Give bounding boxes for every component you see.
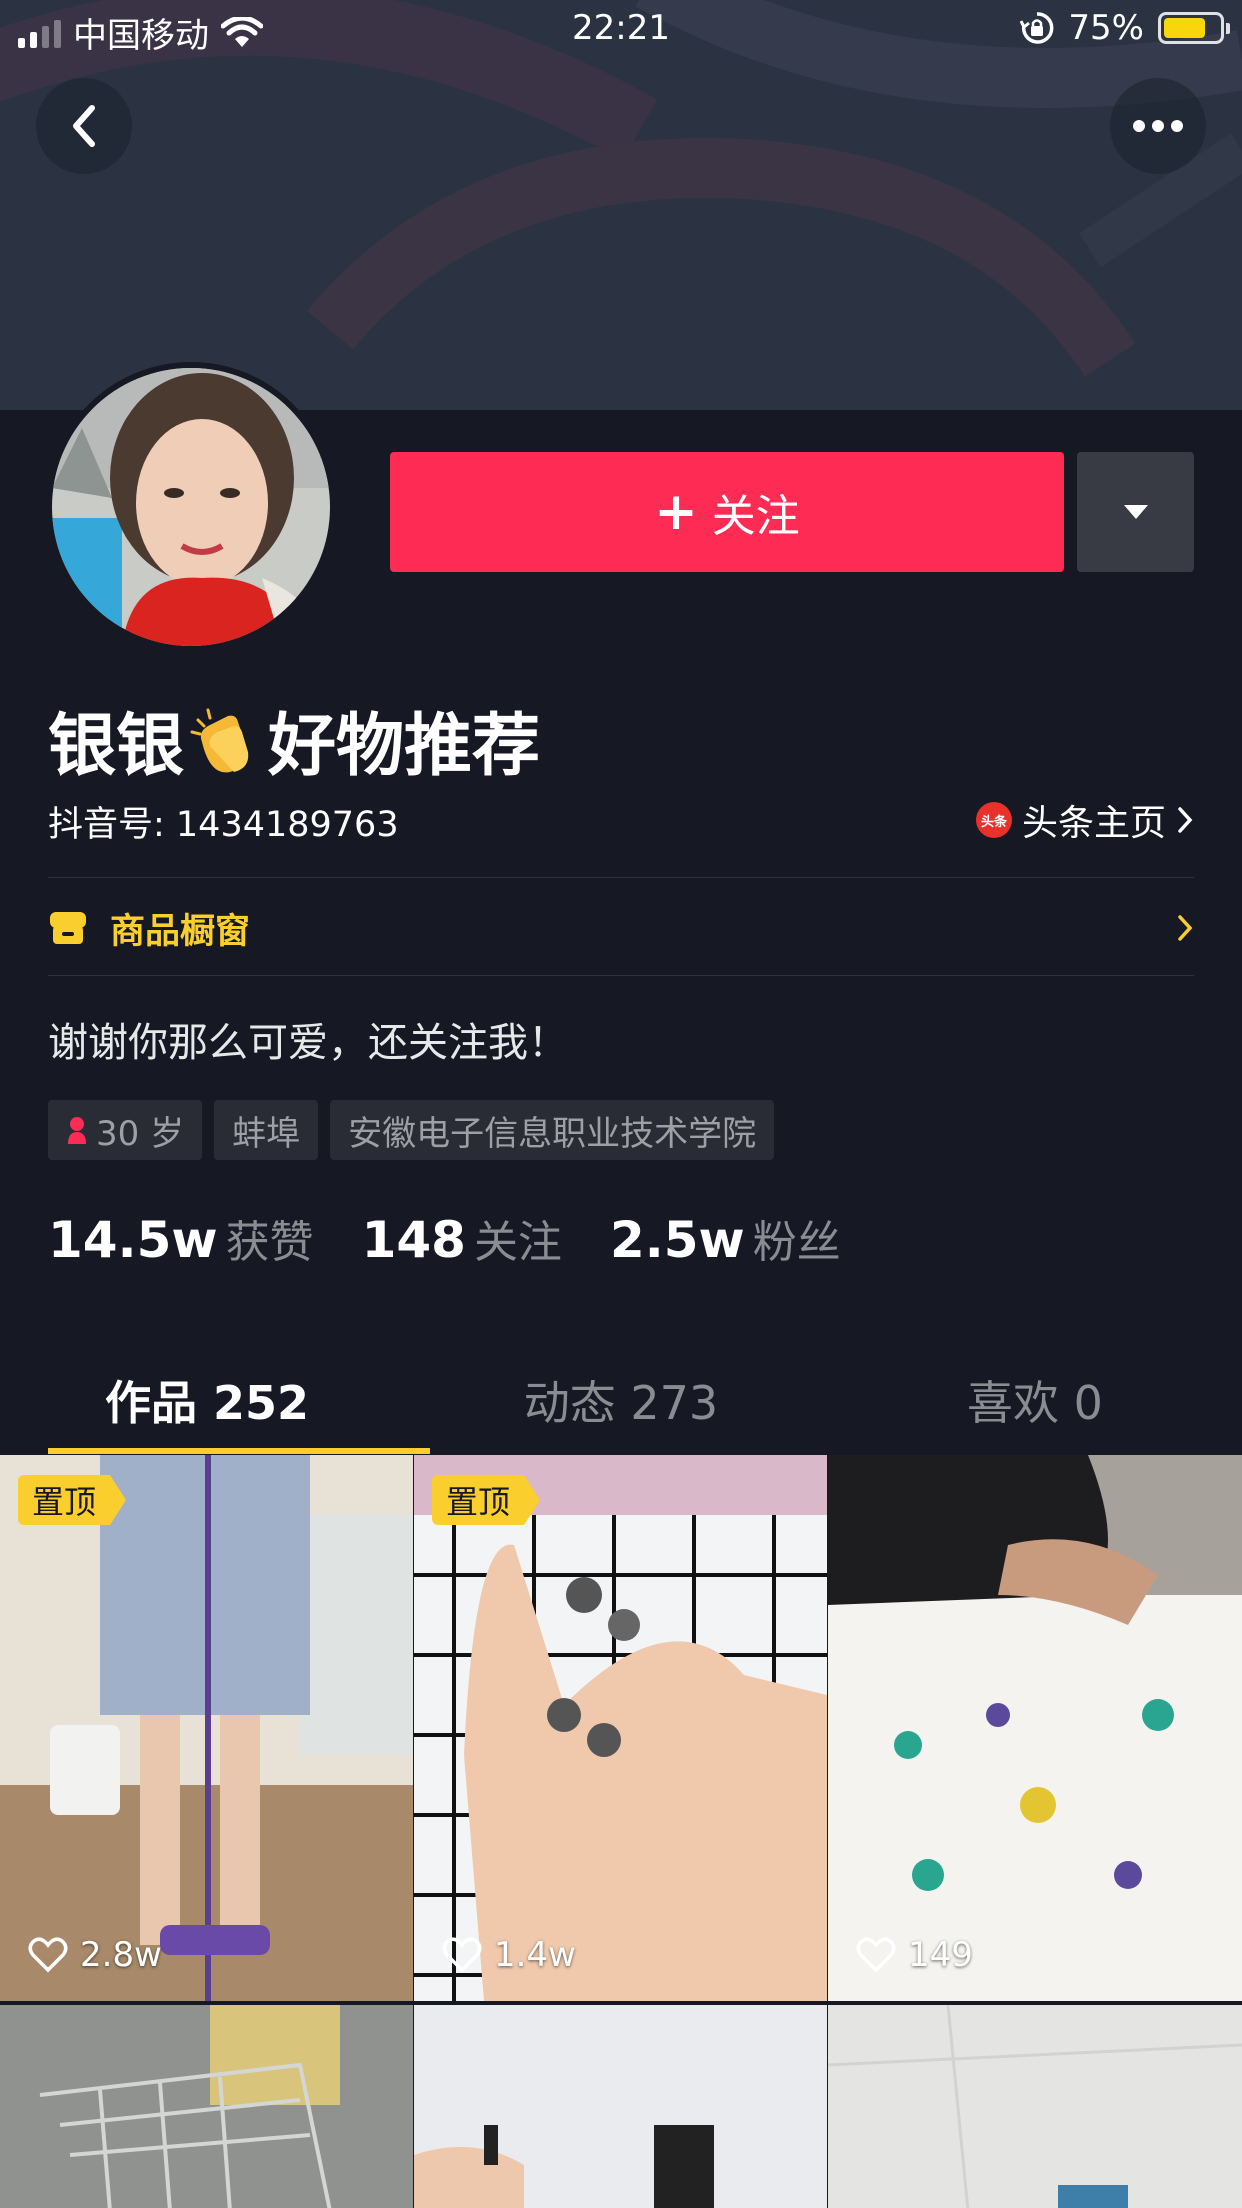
tab-indicator <box>48 1448 430 1454</box>
toutiao-logo-icon: 头条 <box>975 802 1012 838</box>
profile-tags: 30 岁 蚌埠 安徽电子信息职业技术学院 <box>48 1100 775 1160</box>
video-thumbnail[interactable]: 149 <box>828 1455 1242 2001</box>
battery-percent: 75% <box>1068 8 1144 48</box>
clapping-hands-icon <box>190 708 249 772</box>
video-thumbnail[interactable]: 置顶 2.8w <box>0 1455 413 2001</box>
battery-icon <box>1158 12 1230 44</box>
following-count: 148 <box>361 1211 466 1269</box>
orientation-lock-icon <box>1020 12 1054 44</box>
like-count: 149 <box>908 1935 973 1975</box>
video-likes: 149 <box>856 1935 973 1975</box>
likes-label: 获赞 <box>225 1217 314 1268</box>
school-tag: 安徽电子信息职业技术学院 <box>330 1100 775 1160</box>
chevron-right-icon <box>1178 915 1193 941</box>
following-stat[interactable]: 148 关注 <box>362 1206 562 1270</box>
followers-label: 粉丝 <box>752 1217 841 1268</box>
like-count: 1.4w <box>494 1935 576 1975</box>
divider <box>48 975 1194 976</box>
username-text-1: 银银 <box>48 707 185 786</box>
pinned-badge: 置顶 <box>432 1475 541 1525</box>
school-tag-label: 安徽电子信息职业技术学院 <box>348 1113 757 1154</box>
divider <box>48 877 1194 878</box>
like-count: 2.8w <box>80 1935 162 1975</box>
shop-icon <box>50 912 86 944</box>
heart-icon <box>442 1937 482 1973</box>
username: 银银 好物推荐 <box>48 690 540 789</box>
product-showcase-link[interactable]: 商品橱窗 <box>48 880 1194 976</box>
video-cover <box>0 1455 413 2001</box>
following-label: 关注 <box>473 1217 562 1268</box>
chevron-right-icon <box>1178 807 1193 833</box>
heart-icon <box>28 1937 68 1973</box>
follow-label: 关注 <box>711 491 800 542</box>
video-thumbnail[interactable] <box>0 2005 413 2208</box>
location-tag-label: 蚌埠 <box>232 1113 301 1154</box>
heart-icon <box>856 1937 896 1973</box>
profile-banner <box>0 0 1242 410</box>
more-dots-icon <box>1133 120 1183 132</box>
video-likes: 1.4w <box>442 1935 576 1975</box>
video-grid: 置顶 2.8w 置顶 1.4w 149 <box>0 1455 1242 2208</box>
status-bar: 中国移动 22:21 75% <box>0 0 1242 60</box>
tab-likes[interactable]: 喜欢 0 <box>828 1345 1242 1455</box>
plus-icon: + <box>654 482 698 542</box>
bio: 谢谢你那么可爱，还关注我！ <box>48 1020 568 1066</box>
caret-down-icon <box>1123 505 1148 519</box>
video-cover <box>414 1455 827 2001</box>
age-tag: 30 岁 <box>48 1100 203 1160</box>
content-tabs: 作品 252 动态 273 喜欢 0 <box>0 1345 1242 1455</box>
video-cover <box>828 2005 1242 2208</box>
female-icon <box>68 1117 86 1144</box>
video-thumbnail[interactable]: 置顶 1.4w <box>414 1455 827 2001</box>
age-tag-label: 30 岁 <box>96 1113 185 1154</box>
toutiao-label: 头条主页 <box>1021 803 1166 844</box>
recommend-dropdown-button[interactable] <box>1077 452 1194 572</box>
tab-works[interactable]: 作品 252 <box>0 1345 414 1455</box>
shop-label: 商品橱窗 <box>110 911 251 952</box>
back-button[interactable] <box>36 78 132 174</box>
likes-count: 14.5w <box>48 1211 218 1269</box>
video-thumbnail[interactable] <box>414 2005 827 2208</box>
video-cover <box>828 1455 1242 2001</box>
likes-stat[interactable]: 14.5w 获赞 <box>48 1206 314 1270</box>
douyin-id: 抖音号: 1434189763 <box>48 805 399 845</box>
video-thumbnail[interactable] <box>828 2005 1242 2208</box>
video-cover <box>414 2005 827 2208</box>
chevron-left-icon <box>73 105 95 147</box>
toutiao-homepage-link[interactable]: 头条 头条主页 <box>975 794 1194 846</box>
username-text-2: 好物推荐 <box>268 707 541 786</box>
tab-dynamics[interactable]: 动态 273 <box>414 1345 828 1455</box>
video-likes: 2.8w <box>28 1935 162 1975</box>
profile-stats: 14.5w 获赞 148 关注 2.5w 粉丝 <box>48 1206 841 1270</box>
pinned-badge: 置顶 <box>18 1475 127 1525</box>
location-tag: 蚌埠 <box>214 1100 319 1160</box>
followers-stat[interactable]: 2.5w 粉丝 <box>610 1206 841 1270</box>
follow-button[interactable]: + 关注 <box>390 452 1064 572</box>
followers-count: 2.5w <box>609 1211 745 1269</box>
video-cover <box>0 2005 413 2208</box>
avatar[interactable] <box>46 362 336 652</box>
more-button[interactable] <box>1110 78 1206 174</box>
